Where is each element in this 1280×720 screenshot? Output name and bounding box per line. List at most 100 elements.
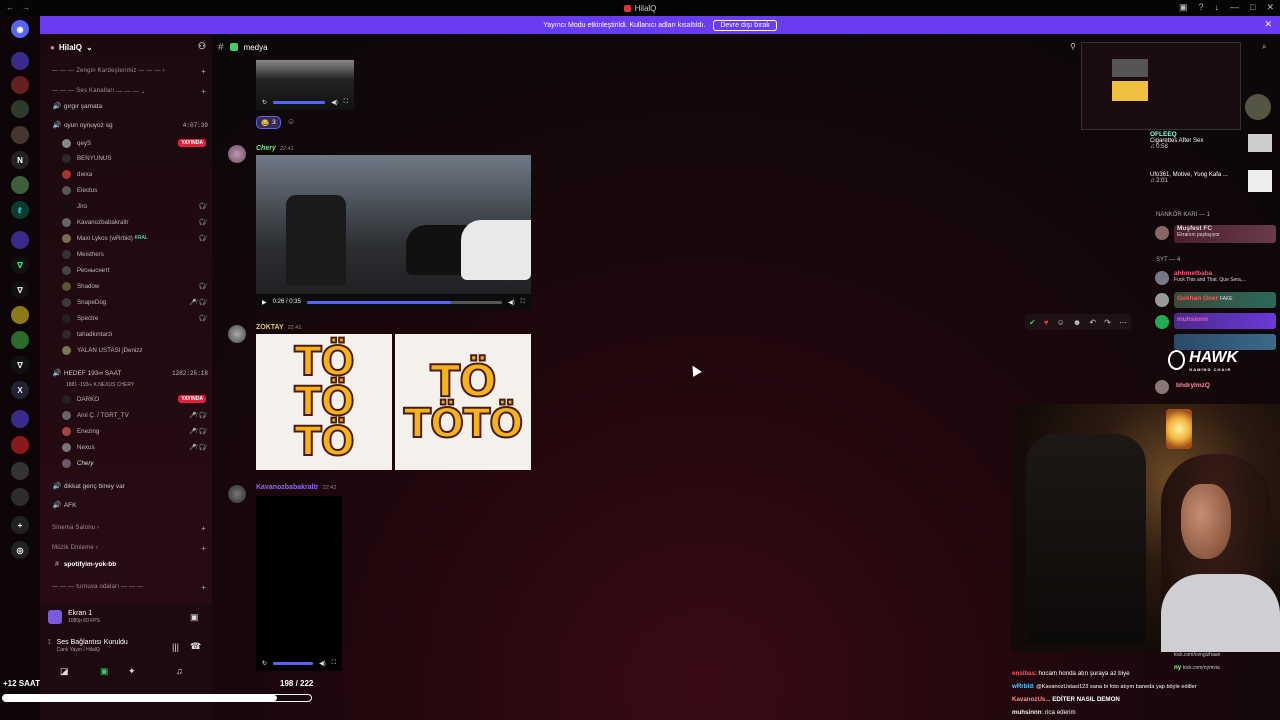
voice-channel-dikkat[interactable]: 🔊 dikkat genç biney var [40, 479, 212, 493]
member-item[interactable]: Ufo361, Motive, Yung Kafa ... ♫ 2:01 [1150, 172, 1276, 184]
member-item[interactable]: muhsinnn [1174, 313, 1276, 329]
activities-icon[interactable]: ✦ [128, 666, 136, 677]
replay-icon[interactable]: ↻ [262, 660, 267, 667]
member-item[interactable]: Muşfest FC Ekranını paylaşıyor [1174, 225, 1276, 243]
voice-user[interactable]: YALAN USTASI jDenizz [62, 344, 210, 356]
server-icon-9[interactable]: ∇ [11, 256, 29, 274]
member-item[interactable]: bhdrylmzQ [1176, 382, 1280, 389]
video-attachment[interactable]: ▶ 0:26 / 0:35 ◀) ⛶ [256, 155, 531, 310]
server-icon-17[interactable] [11, 462, 29, 480]
server-icon-10[interactable]: ∇ [11, 281, 29, 299]
server-icon-15[interactable] [11, 410, 29, 428]
volume-icon[interactable]: ◀) [508, 299, 515, 306]
close-icon[interactable]: ✕ [1264, 19, 1272, 30]
more-icon[interactable]: ⋯ [1119, 318, 1127, 327]
avatar[interactable] [228, 325, 246, 343]
add-channel-icon[interactable]: + [201, 583, 206, 592]
message-author[interactable]: Kavanozbabakraltr 22:42 [256, 484, 336, 491]
text-channel-spotify[interactable]: # spotifyim-yok-bb [40, 557, 212, 571]
server-icon-13[interactable]: ∇ [11, 356, 29, 374]
soundboard-icon[interactable]: ♫ [176, 666, 183, 676]
voice-user[interactable]: Jiro 🎧̸ [62, 200, 210, 212]
server-icon-8[interactable] [11, 231, 29, 249]
maximize-icon[interactable]: □ [1250, 2, 1255, 13]
check-emoji-icon[interactable]: ✔ [1029, 318, 1036, 327]
voice-user[interactable]: Chery [62, 457, 210, 469]
fullscreen-icon[interactable]: ⛶ [332, 660, 336, 667]
voice-user[interactable]: Ресныснетt [62, 264, 210, 276]
category-muzik[interactable]: Müzik Dinleme › + [40, 541, 212, 555]
video-seek-bar[interactable] [273, 661, 314, 665]
laugh-emoji-icon[interactable]: ☺ [1057, 318, 1065, 327]
pin-icon[interactable]: ⚲ [1070, 42, 1076, 51]
server-icon-14[interactable]: X [11, 381, 29, 399]
message-author[interactable]: ZOKTAY 22:41 [256, 324, 301, 331]
video-attachment[interactable]: ↻ ◀) ⛶ [256, 60, 354, 110]
server-icon-1[interactable] [11, 52, 29, 70]
avatar[interactable] [1245, 94, 1271, 120]
voice-user[interactable]: tahadkıntarzi [62, 328, 210, 340]
avatar[interactable] [228, 485, 246, 503]
add-channel-icon[interactable]: + [201, 67, 206, 76]
video-attachment[interactable]: ↻ ◀) ⛶ [256, 496, 342, 671]
replay-icon[interactable]: ↻ [262, 99, 267, 106]
voice-user[interactable]: BENYUNUS [62, 152, 210, 164]
voice-channel-oyun[interactable]: 🔊 oyun oynuyoz sg 4:07:39 [40, 118, 212, 132]
voice-user[interactable]: Electus [62, 184, 210, 196]
server-icon-11[interactable] [11, 306, 29, 324]
category-sinema[interactable]: Sinema Salonu › + [40, 521, 212, 535]
voice-user[interactable]: Shadow 🎧̸ [62, 280, 210, 292]
stream-preview[interactable] [1081, 42, 1241, 130]
server-icon-5[interactable]: N [11, 151, 29, 169]
voice-user[interactable]: Spectre 🎧̸ [62, 312, 210, 324]
minimize-icon[interactable]: — [1230, 2, 1239, 13]
forward-icon[interactable]: ↷ [1104, 318, 1111, 327]
add-channel-icon[interactable]: + [201, 87, 206, 96]
reply-icon[interactable]: ↶ [1089, 318, 1096, 327]
add-channel-icon[interactable]: + [201, 544, 206, 553]
server-icon-6[interactable] [11, 176, 29, 194]
search-icon[interactable]: ⌕ [1262, 42, 1266, 52]
download-icon[interactable]: ↓ [1215, 2, 1220, 13]
reaction-chip[interactable]: 😂 3 [256, 116, 281, 129]
voice-user[interactable]: Anıl Ç. / TGRT_TV 🎤̸ 🎧̸ [62, 409, 210, 421]
add-channel-icon[interactable]: + [201, 524, 206, 533]
category-zengin[interactable]: — — — Zengin Kardeşlerimiz — — — › + [40, 64, 212, 78]
close-window-icon[interactable]: ✕ [1266, 2, 1274, 13]
camera-off-icon[interactable]: ◪ [60, 666, 69, 677]
voice-user[interactable]: Kavanozbabakraltr 🎧̸ [62, 216, 210, 228]
image-attachment[interactable]: TÖ TÖ TÖ [256, 334, 392, 470]
fullscreen-icon[interactable]: ⛶ [521, 299, 525, 306]
image-attachment[interactable]: TÖ TÖTÖ [395, 334, 531, 470]
disable-streamer-mode-button[interactable]: Devre dışı bırak [713, 19, 777, 31]
play-icon[interactable]: ▶ [262, 299, 267, 306]
avatar[interactable] [228, 145, 246, 163]
stop-stream-icon[interactable]: ▣ [190, 612, 199, 623]
voice-user[interactable]: Enezing 🎤̸ 🎧̸ [62, 425, 210, 437]
back-icon[interactable]: ← [6, 3, 14, 12]
message-author[interactable]: Chery 22:41 [256, 145, 294, 152]
volume-icon[interactable]: ◀) [319, 660, 326, 667]
voice-user[interactable]: Nexus 🎤̸ 🎧̸ [62, 441, 210, 453]
add-reaction-icon[interactable]: ☺ [287, 117, 295, 126]
member-item[interactable]: ahhmetbaba Fuck This and That. Que Sera,… [1174, 270, 1276, 283]
member-item[interactable]: OFLEEQ Cigarettes After Sex ♫ 0:58 [1150, 131, 1276, 150]
heart-emoji-icon[interactable]: ♥ [1044, 318, 1049, 327]
server-icon-2[interactable] [11, 76, 29, 94]
add-server-icon[interactable]: + [11, 516, 29, 534]
server-icon-12[interactable] [11, 331, 29, 349]
server-icon-7[interactable]: ℓ [11, 201, 29, 219]
guild-header[interactable]: ● HilalQ ⌄ ⚇ [40, 34, 212, 60]
voice-channel-afk[interactable]: 🔊 AFK [40, 498, 212, 512]
inbox-icon[interactable]: ▣ [1179, 2, 1188, 13]
server-icon-3[interactable] [11, 100, 29, 118]
category-ses[interactable]: — — — Ses Kanalları — — — ⌄ + [40, 84, 212, 98]
discover-icon[interactable]: ◎ [11, 541, 29, 559]
add-reaction-icon[interactable]: ☻ [1073, 318, 1081, 327]
volume-icon[interactable]: ◀) [331, 99, 338, 106]
forward-icon[interactable]: → [22, 3, 30, 12]
voice-user[interactable]: SnapeDog 🎤̸ 🎧̸ [62, 296, 210, 308]
screen-share-toggle-icon[interactable]: ▣ [100, 666, 109, 677]
help-icon[interactable]: ? [1199, 2, 1204, 13]
member-item[interactable]: Gokhan Oner FAKE [1174, 292, 1276, 308]
